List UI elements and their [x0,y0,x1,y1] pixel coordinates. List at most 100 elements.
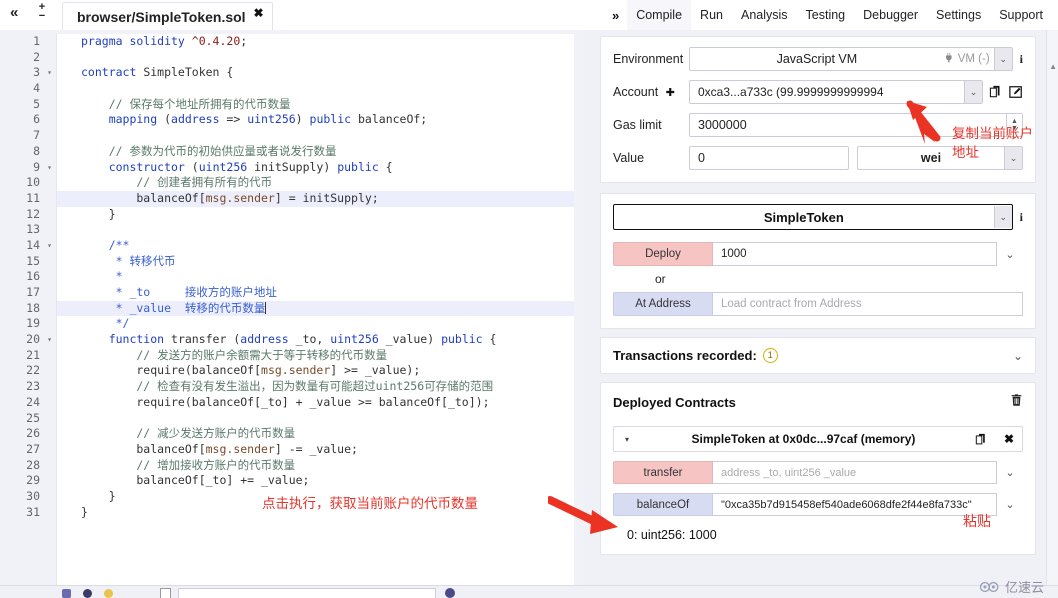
code-line[interactable]: // 参数为代币的初始供应量或者说发行数量 [57,144,574,160]
code-line[interactable]: pragma solidity ^0.4.20; [57,34,574,50]
code-line[interactable]: /** [57,238,574,254]
code-editor-panel: 1 2 3 ▾ 4 5 6 7 8 9 ▾ 10 11 12 13 14 ▾ 15 16 17 18 19 20 ▾ 21 22 2… [0,30,592,585]
line-number: 1 [33,34,40,48]
terminal-checkbox[interactable] [160,588,171,598]
value-unit-select[interactable]: wei ⌄ [857,146,1023,170]
chevron-right-icon[interactable]: » [612,8,619,23]
chevron-down-icon[interactable]: ⌄ [997,498,1023,511]
code-line[interactable]: } [57,489,574,505]
transfer-args-input[interactable]: address _to, uint256 _value [713,461,997,484]
transactions-recorded-card[interactable]: Transactions recorded: 1 ⌄ [600,337,1036,374]
file-tab-simpletoken[interactable]: browser/SimpleToken.sol ✖ [62,2,273,30]
code-line[interactable]: } [57,505,574,521]
tab-compile[interactable]: Compile [627,0,692,30]
chevron-down-icon[interactable]: ⌄ [997,248,1023,261]
code-line[interactable]: // 发送方的账户余额需大于等于转移的代币数量 [57,348,574,364]
balanceof-args-input[interactable]: "0xca35b7d915458ef540ade6068dfe2f44e8fa7… [713,493,997,516]
value-input[interactable]: 0 [689,146,849,170]
value-label: Value [613,151,645,165]
code-line[interactable] [57,81,574,97]
trash-icon[interactable] [1010,393,1023,412]
code-line[interactable]: contract SimpleToken { [57,65,574,81]
terminal-search-input[interactable] [178,588,436,598]
code-line[interactable]: * _to 接收方的账户地址 [57,285,574,301]
environment-select[interactable]: JavaScript VM VM (-) ⌄ [689,47,1013,71]
chevron-down-icon[interactable]: ⌄ [993,48,1012,70]
code-line[interactable]: // 创建者拥有所有的代币 [57,175,574,191]
chevron-down-icon[interactable]: ⌄ [1013,349,1023,363]
edit-icon[interactable] [1009,85,1023,99]
at-address-input[interactable]: Load contract from Address [713,292,1023,316]
code-line[interactable]: */ [57,316,574,332]
code-line[interactable]: require(balanceOf[msg.sender] >= _value)… [57,363,574,379]
scroll-up-icon[interactable]: ▲ [1049,62,1057,71]
tab-testing[interactable]: Testing [797,0,855,30]
chevron-down-icon[interactable]: ⌄ [964,81,982,103]
stepper-down-icon[interactable]: ▼ [1011,125,1018,132]
info-icon[interactable]: i [1020,52,1023,67]
at-address-button[interactable]: At Address [613,292,713,316]
code-line[interactable]: } [57,207,574,223]
info-icon[interactable]: i [1020,210,1023,225]
code-line[interactable] [57,222,574,238]
deploy-button[interactable]: Deploy [613,242,713,266]
code-line[interactable]: balanceOf[_to] += _value; [57,473,574,489]
fold-toggle-icon[interactable]: ▾ [47,65,52,81]
code-line[interactable]: function transfer (address _to, uint256 … [57,332,574,348]
code-line[interactable]: constructor (uint256 initSupply) public … [57,160,574,176]
gas-limit-input[interactable]: 3000000 ▲ ▼ [689,113,1023,137]
deploy-arg-input[interactable]: 1000 [713,242,997,266]
code-line[interactable]: // 减少发送方账户的代币数量 [57,426,574,442]
code-line[interactable]: * 转移代币 [57,254,574,270]
fold-toggle-icon[interactable]: ▾ [47,160,52,176]
font-size-icon[interactable]: + − [36,2,48,22]
code-token: ^0.4.20 [191,34,241,48]
copy-icon[interactable] [989,85,1003,99]
terminal-icon-2[interactable] [83,589,92,598]
collapse-panel-icon[interactable]: « [10,5,18,21]
contract-select[interactable]: SimpleToken ⌄ [613,204,1013,230]
terminal-icon-3[interactable] [104,589,113,598]
run-panel-scrollbar[interactable]: ▲ [1046,30,1058,585]
terminal-icon-1[interactable] [62,589,71,598]
code-line[interactable] [57,411,574,427]
code-line[interactable]: // 增加接收方账户的代币数量 [57,458,574,474]
code-line[interactable]: require(balanceOf[_to] + _value >= balan… [57,395,574,411]
environment-row: Environment JavaScript VM VM (-) ⌄ i [613,47,1023,71]
code-editor[interactable]: 1 2 3 ▾ 4 5 6 7 8 9 ▾ 10 11 12 13 14 ▾ 15 16 17 18 19 20 ▾ 21 22 2… [0,34,592,585]
tab-run[interactable]: Run [691,0,732,30]
gas-limit-stepper[interactable]: ▲ ▼ [1006,114,1022,136]
code-token: initSupply) [254,159,338,174]
stepper-up-icon[interactable]: ▲ [1011,118,1018,125]
tab-settings[interactable]: Settings [927,0,990,30]
code-line[interactable]: // 保存每个地址所拥有的代币数量 [57,97,574,113]
font-decrease-icon[interactable]: − [36,11,48,22]
chevron-down-icon[interactable]: ⌄ [997,466,1023,479]
fold-toggle-icon[interactable]: ▾ [47,332,52,348]
code-line[interactable]: balanceOf[msg.sender] -= _value; [57,442,574,458]
balanceof-button[interactable]: balanceOf [613,493,713,516]
code-line[interactable]: balanceOf[msg.sender] = initSupply; [57,190,574,207]
code-line[interactable]: * [57,269,574,285]
tab-analysis[interactable]: Analysis [732,0,797,30]
expand-icon[interactable]: ▾ [614,435,640,444]
transfer-button[interactable]: transfer [613,461,713,484]
account-select[interactable]: 0xca3...a733c (99.9999999999994 ⌄ [689,80,983,104]
deployed-instance-row[interactable]: ▾ SimpleToken at 0x0dc...97caf (memory) … [613,426,1023,452]
copy-icon[interactable] [967,433,996,446]
tab-support[interactable]: Support [990,0,1052,30]
code-line[interactable] [57,128,574,144]
code-token: constructor [81,159,192,174]
close-icon[interactable]: ✖ [996,432,1022,446]
chevron-down-icon[interactable]: ⌄ [1004,147,1022,169]
code-line[interactable]: // 检查有没有发生溢出，因为数量有可能超过uint256可存储的范围 [57,379,574,395]
tab-debugger[interactable]: Debugger [854,0,927,30]
code-content[interactable]: pragma solidity ^0.4.20; contract Simple… [56,34,574,585]
code-line[interactable] [57,50,574,66]
code-line[interactable]: mapping (address => uint256) public bala… [57,112,574,128]
close-icon[interactable]: ✖ [254,6,264,20]
code-line[interactable]: * _value 转移的代币数量 [57,300,574,317]
fold-toggle-icon[interactable]: ▾ [47,238,52,254]
plus-circle-icon[interactable]: ✚ [666,87,675,99]
chevron-down-icon[interactable]: ⌄ [993,206,1012,228]
